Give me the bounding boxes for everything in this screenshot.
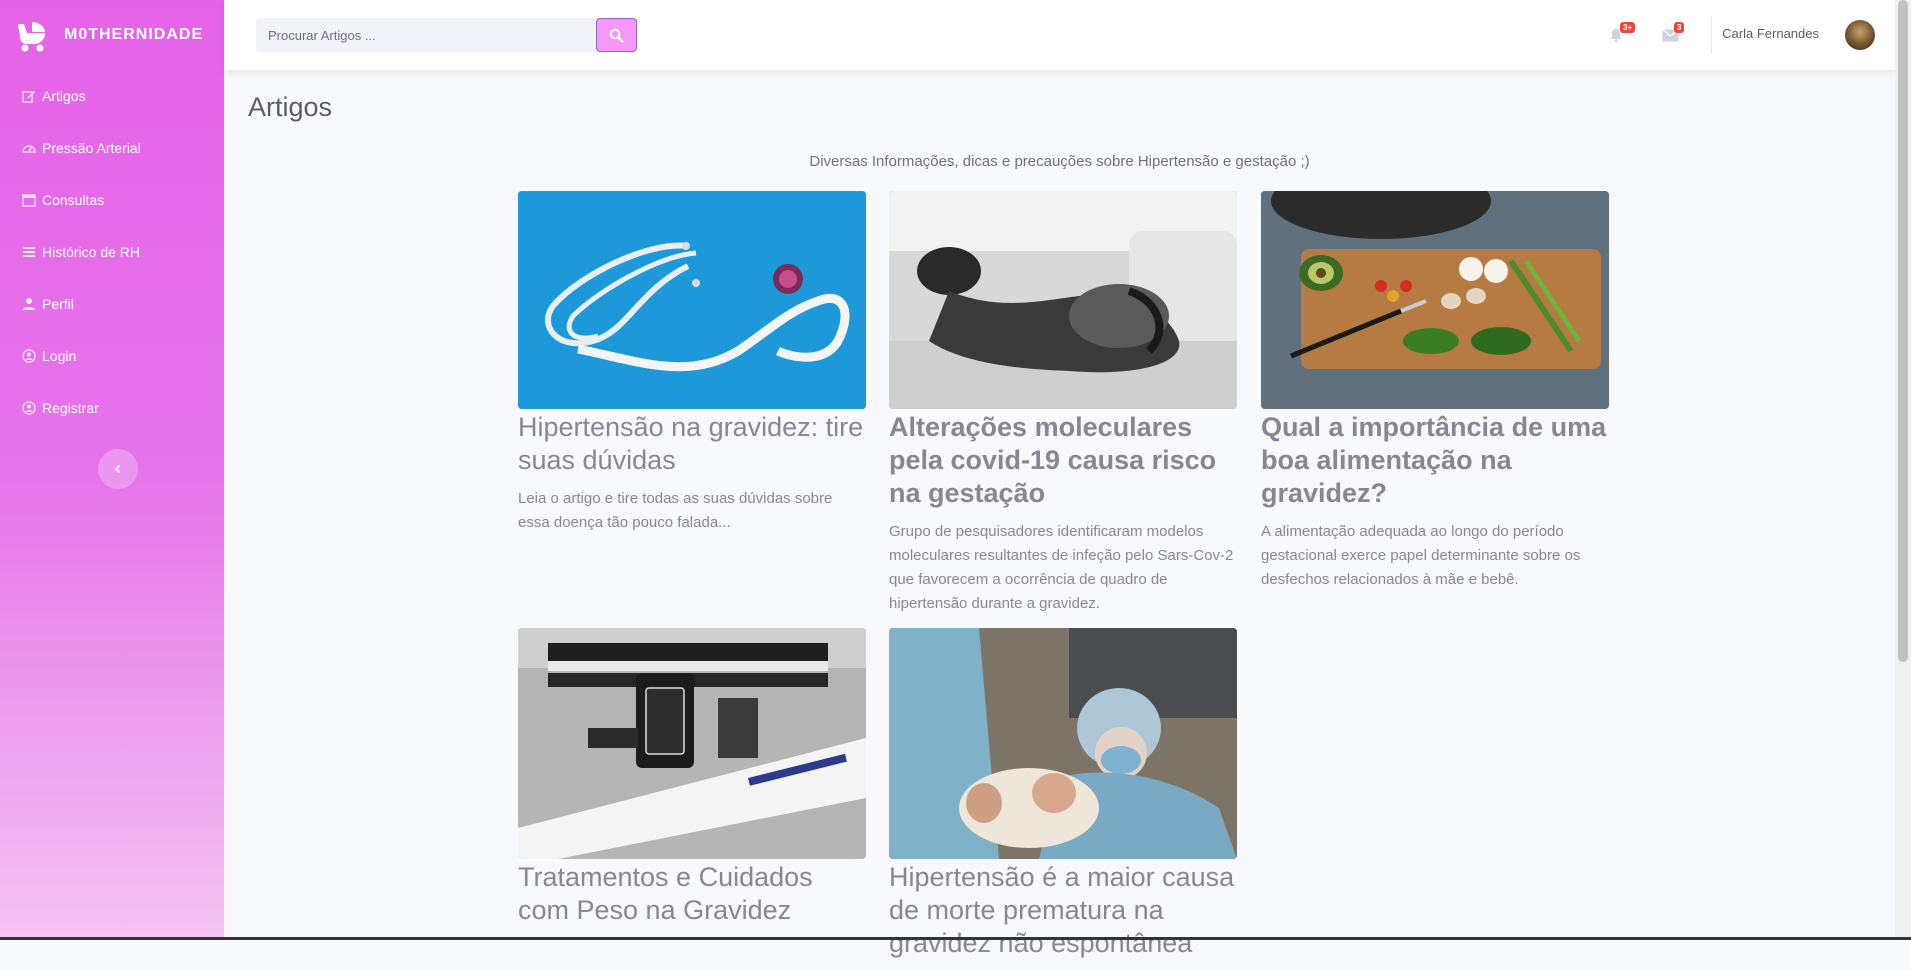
baby-stroller-icon xyxy=(18,22,45,52)
sidebar-item-perfil[interactable]: Perfil xyxy=(22,296,74,312)
article-title[interactable]: Qual a importância de uma boa alimentaçã… xyxy=(1261,411,1609,510)
alerts-badge: 3+ xyxy=(1620,22,1636,33)
search-icon xyxy=(609,28,624,43)
stethoscope-illustration xyxy=(518,191,866,409)
article-card[interactable]: Qual a importância de uma boa alimentaçã… xyxy=(1261,191,1609,592)
brand-name: M0THERNIDADE xyxy=(64,26,204,43)
search-input[interactable] xyxy=(256,18,596,52)
user-circle-icon xyxy=(22,349,36,363)
article-title[interactable]: Alterações moleculares pela covid-19 cau… xyxy=(889,411,1237,510)
messages-badge: 3 xyxy=(1674,22,1685,33)
stethoscope-image[interactable] xyxy=(518,191,866,409)
topbar-divider xyxy=(1711,16,1712,54)
calendar-icon xyxy=(22,194,36,207)
search-form xyxy=(256,18,637,52)
article-title[interactable]: Hipertensão é a maior causa de morte pre… xyxy=(889,861,1237,960)
page-scrollbar[interactable] xyxy=(1895,0,1911,940)
article-card[interactable]: Hipertensão na gravidez: tire suas dúvid… xyxy=(518,191,866,535)
newborn-illustration xyxy=(889,628,1237,859)
topbar: 3+ 3 Carla Fernandes xyxy=(224,0,1895,70)
alerts-button[interactable]: 3+ xyxy=(1608,22,1636,46)
article-title[interactable]: Hipertensão na gravidez: tire suas dúvid… xyxy=(518,411,866,477)
sidebar-item-login[interactable]: Login xyxy=(22,348,76,364)
sidebar-item-label: Registrar xyxy=(42,400,99,416)
article-card[interactable]: Hipertensão é a maior causa de morte pre… xyxy=(889,628,1237,970)
user-name[interactable]: Carla Fernandes xyxy=(1722,26,1819,41)
sidebar-item-historico-de-rh[interactable]: Histórico de RH xyxy=(22,244,140,260)
sidebar-item-label: Artigos xyxy=(42,88,86,104)
article-card[interactable]: Tratamentos e Cuidados com Peso na Gravi… xyxy=(518,628,866,937)
scrollbar-thumb[interactable] xyxy=(1898,0,1908,662)
scale-image[interactable] xyxy=(518,628,866,859)
article-description: Grupo de pesquisadores identificaram mod… xyxy=(889,523,1234,612)
article-title[interactable]: Tratamentos e Cuidados com Peso na Gravi… xyxy=(518,861,866,927)
article-description: Leia o artigo e tire todas as suas dúvid… xyxy=(518,490,833,531)
tachometer-icon xyxy=(22,145,36,153)
page-subtitle: Diversas Informações, dicas e precauções… xyxy=(809,153,1310,170)
sidebar-item-label: Perfil xyxy=(42,296,74,312)
sidebar-item-artigos[interactable]: Artigos xyxy=(22,88,86,104)
list-icon xyxy=(23,247,35,257)
user-circle-icon xyxy=(22,401,36,415)
search-button[interactable] xyxy=(595,18,637,52)
sidebar-item-registrar[interactable]: Registrar xyxy=(22,400,99,416)
scale-illustration xyxy=(518,628,866,859)
healthy-food-image[interactable] xyxy=(1261,191,1609,409)
sidebar-item-label: Pressão Arterial xyxy=(42,140,141,156)
messages-button[interactable]: 3 xyxy=(1662,22,1685,46)
sidebar-item-consultas[interactable]: Consultas xyxy=(22,192,104,208)
brand[interactable]: M0THERNIDADE xyxy=(14,18,203,52)
edit-icon xyxy=(22,91,35,103)
sidebar-item-label: Histórico de RH xyxy=(42,244,141,260)
article-description: A alimentação adequada ao longo do perío… xyxy=(1261,523,1581,588)
healthy-food-illustration xyxy=(1261,191,1609,409)
sidebar: M0THERNIDADE Artigos Pressão Arterial Co… xyxy=(0,0,224,940)
sidebar-toggle-button[interactable] xyxy=(98,449,138,489)
page-title: Artigos xyxy=(248,92,333,122)
sidebar-item-label: Consultas xyxy=(42,192,105,208)
newborn-image[interactable] xyxy=(889,628,1237,859)
user-icon xyxy=(23,298,35,310)
pregnant-woman-illustration xyxy=(889,191,1237,409)
sidebar-item-label: Login xyxy=(42,348,77,364)
article-card[interactable]: Alterações moleculares pela covid-19 cau… xyxy=(889,191,1237,616)
pregnant-woman-image[interactable] xyxy=(889,191,1237,409)
avatar[interactable] xyxy=(1845,20,1875,50)
sidebar-item-pressao-arterial[interactable]: Pressão Arterial xyxy=(22,140,141,156)
chevron-left-icon xyxy=(114,464,121,474)
